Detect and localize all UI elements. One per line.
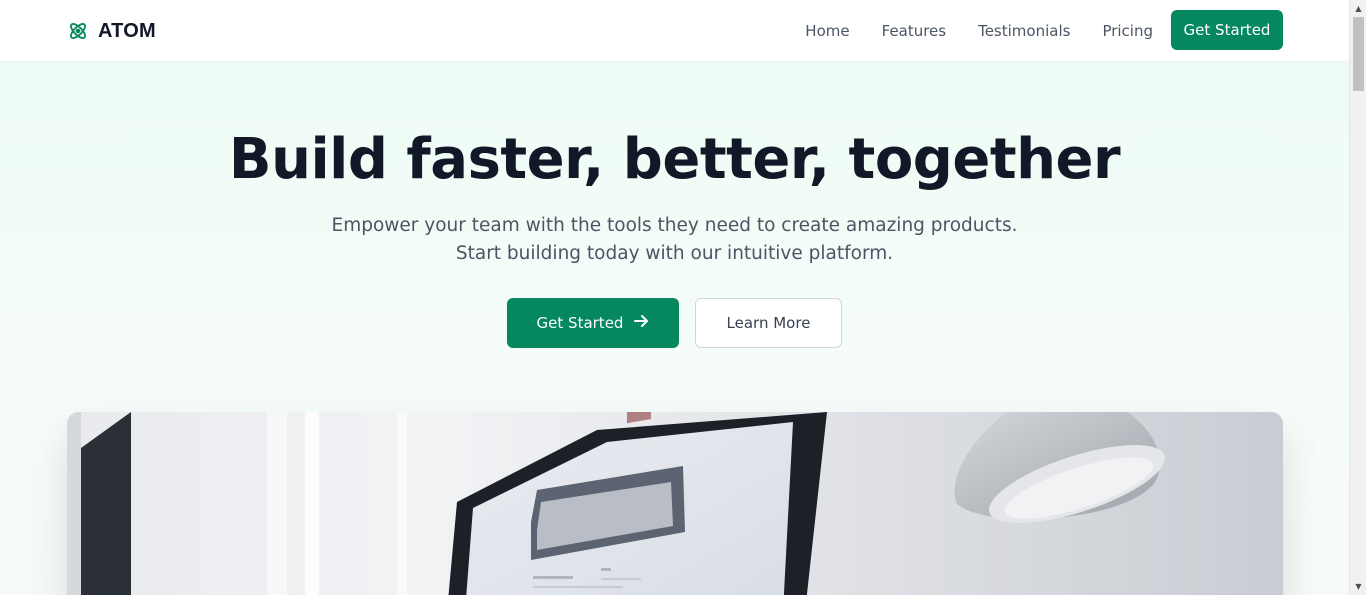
atom-icon — [67, 20, 89, 42]
hero-title: Build faster, better, together — [228, 127, 1121, 192]
hero-get-started-button[interactable]: Get Started — [507, 298, 679, 348]
landing-page: ATOM Home Features Testimonials Pricing … — [0, 0, 1349, 595]
nav-link-home[interactable]: Home — [805, 22, 849, 40]
brand-name: ATOM — [98, 19, 156, 42]
workspace-photo — [67, 412, 1283, 595]
scroll-up-arrow-icon[interactable]: ▲ — [1350, 0, 1366, 17]
scroll-down-arrow-icon[interactable]: ▼ — [1350, 578, 1366, 595]
hero-learn-more-button[interactable]: Learn More — [695, 298, 842, 348]
nav-link-pricing[interactable]: Pricing — [1102, 22, 1153, 40]
hero-subtitle-line-2: Start building today with our intuitive … — [455, 243, 894, 264]
scrollbar-thumb[interactable] — [1353, 17, 1364, 91]
arrow-right-icon — [633, 313, 649, 333]
top-nav: ATOM Home Features Testimonials Pricing … — [0, 0, 1349, 62]
brand-logo[interactable]: ATOM — [67, 17, 156, 45]
hero-subtitle: Empower your team with the tools they ne… — [0, 212, 1349, 268]
hero-subtitle-line-1: Empower your team with the tools they ne… — [331, 215, 1018, 236]
nav-get-started-button[interactable]: Get Started — [1171, 10, 1283, 50]
nav-links: Home Features Testimonials Pricing — [773, 0, 1153, 62]
vertical-scrollbar[interactable]: ▲ ▼ — [1349, 0, 1366, 595]
nav-link-testimonials[interactable]: Testimonials — [978, 22, 1070, 40]
hero-image — [67, 412, 1283, 595]
nav-link-features[interactable]: Features — [882, 22, 947, 40]
hero-get-started-label: Get Started — [536, 314, 624, 332]
